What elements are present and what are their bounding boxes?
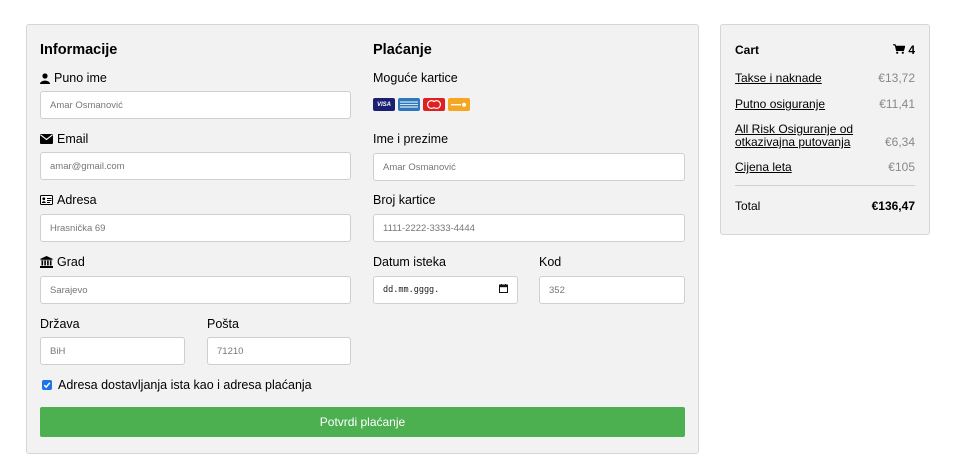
address-label-text: Adresa xyxy=(57,193,97,207)
cvv-input[interactable]: 352 xyxy=(539,276,685,304)
state-input[interactable]: BiH xyxy=(40,337,185,365)
address-card-icon xyxy=(40,195,53,205)
same-address-checkbox-row[interactable]: Adresa dostavljanja ista kao i adresa pl… xyxy=(42,378,312,392)
cart-count-badge: 4 xyxy=(893,43,915,57)
card-number-input[interactable]: 1111-2222-3333-4444 xyxy=(373,214,685,242)
cards-label: Moguće kartice xyxy=(373,71,458,85)
zip-label: Pošta xyxy=(207,317,239,331)
confirm-payment-button[interactable]: Potvrdi plaćanje xyxy=(40,407,685,437)
institution-icon xyxy=(40,256,53,268)
city-input[interactable]: Sarajevo xyxy=(40,276,351,304)
accepted-cards: VISA xyxy=(373,98,470,111)
cart-total-value: €136,47 xyxy=(871,199,915,213)
cart-item-link[interactable]: Putno osiguranje xyxy=(735,97,825,111)
card-number-label: Broj kartice xyxy=(373,193,436,207)
cart-divider xyxy=(735,185,915,186)
expiry-label: Datum isteka xyxy=(373,255,446,269)
checkout-form: Informacije Puno ime Amar Osmanović Emai… xyxy=(26,24,699,454)
cart-title: Cart xyxy=(735,43,760,57)
cart-item-link[interactable]: Cijena leta xyxy=(735,160,792,174)
cart-count: 4 xyxy=(908,43,915,57)
same-address-label: Adresa dostavljanja ista kao i adresa pl… xyxy=(58,378,312,392)
email-label: Email xyxy=(40,132,88,146)
city-label-text: Grad xyxy=(57,255,85,269)
cart-panel: Cart 4 Takse i naknade €13,72 Putno osig… xyxy=(720,24,930,235)
info-title: Informacije xyxy=(40,42,118,58)
mastercard-icon xyxy=(423,98,445,111)
cvv-label: Kod xyxy=(539,255,562,269)
amex-card-icon xyxy=(398,98,420,111)
cart-total-label: Total xyxy=(735,199,761,213)
calendar-icon[interactable] xyxy=(499,284,508,296)
visa-card-icon: VISA xyxy=(373,98,395,111)
email-input[interactable]: amar@gmail.com xyxy=(40,152,351,180)
address-label: Adresa xyxy=(40,193,97,207)
cart-item-price: €13,72 xyxy=(878,71,915,85)
discover-card-icon xyxy=(448,98,470,111)
name-label-text: Puno ime xyxy=(54,71,107,85)
user-icon xyxy=(40,72,50,84)
name-label: Puno ime xyxy=(40,71,107,85)
expiry-date-input[interactable]: dd.mm.gggg. xyxy=(373,276,518,304)
expiry-date-value: dd.mm.gggg. xyxy=(383,285,440,295)
cart-item: Takse i naknade €13,72 xyxy=(735,71,915,85)
shopping-cart-icon xyxy=(893,43,906,57)
cart-item-price: €11,41 xyxy=(879,97,915,111)
payment-title: Plaćanje xyxy=(373,42,432,58)
cart-item: Cijena leta €105 xyxy=(735,160,915,174)
zip-input[interactable]: 71210 xyxy=(207,337,351,365)
name-input[interactable]: Amar Osmanović xyxy=(40,91,351,119)
cart-total-row: Total €136,47 xyxy=(735,199,915,213)
cart-item-price: €105 xyxy=(888,160,915,174)
cardholder-input[interactable]: Amar Osmanović xyxy=(373,153,685,181)
state-label: Država xyxy=(40,317,80,331)
cart-item: Putno osiguranje €11,41 xyxy=(735,97,915,111)
envelope-icon xyxy=(40,134,53,144)
address-input[interactable]: Hrasnička 69 xyxy=(40,214,351,242)
cart-item: All Risk Osiguranje od otkazivajna putov… xyxy=(735,123,915,150)
cart-item-price: €6,34 xyxy=(884,135,915,149)
same-address-checkbox[interactable] xyxy=(42,380,52,390)
cardholder-label: Ime i prezime xyxy=(373,132,449,146)
email-label-text: Email xyxy=(57,132,89,146)
city-label: Grad xyxy=(40,255,85,269)
cart-item-link[interactable]: Takse i naknade xyxy=(735,71,822,85)
